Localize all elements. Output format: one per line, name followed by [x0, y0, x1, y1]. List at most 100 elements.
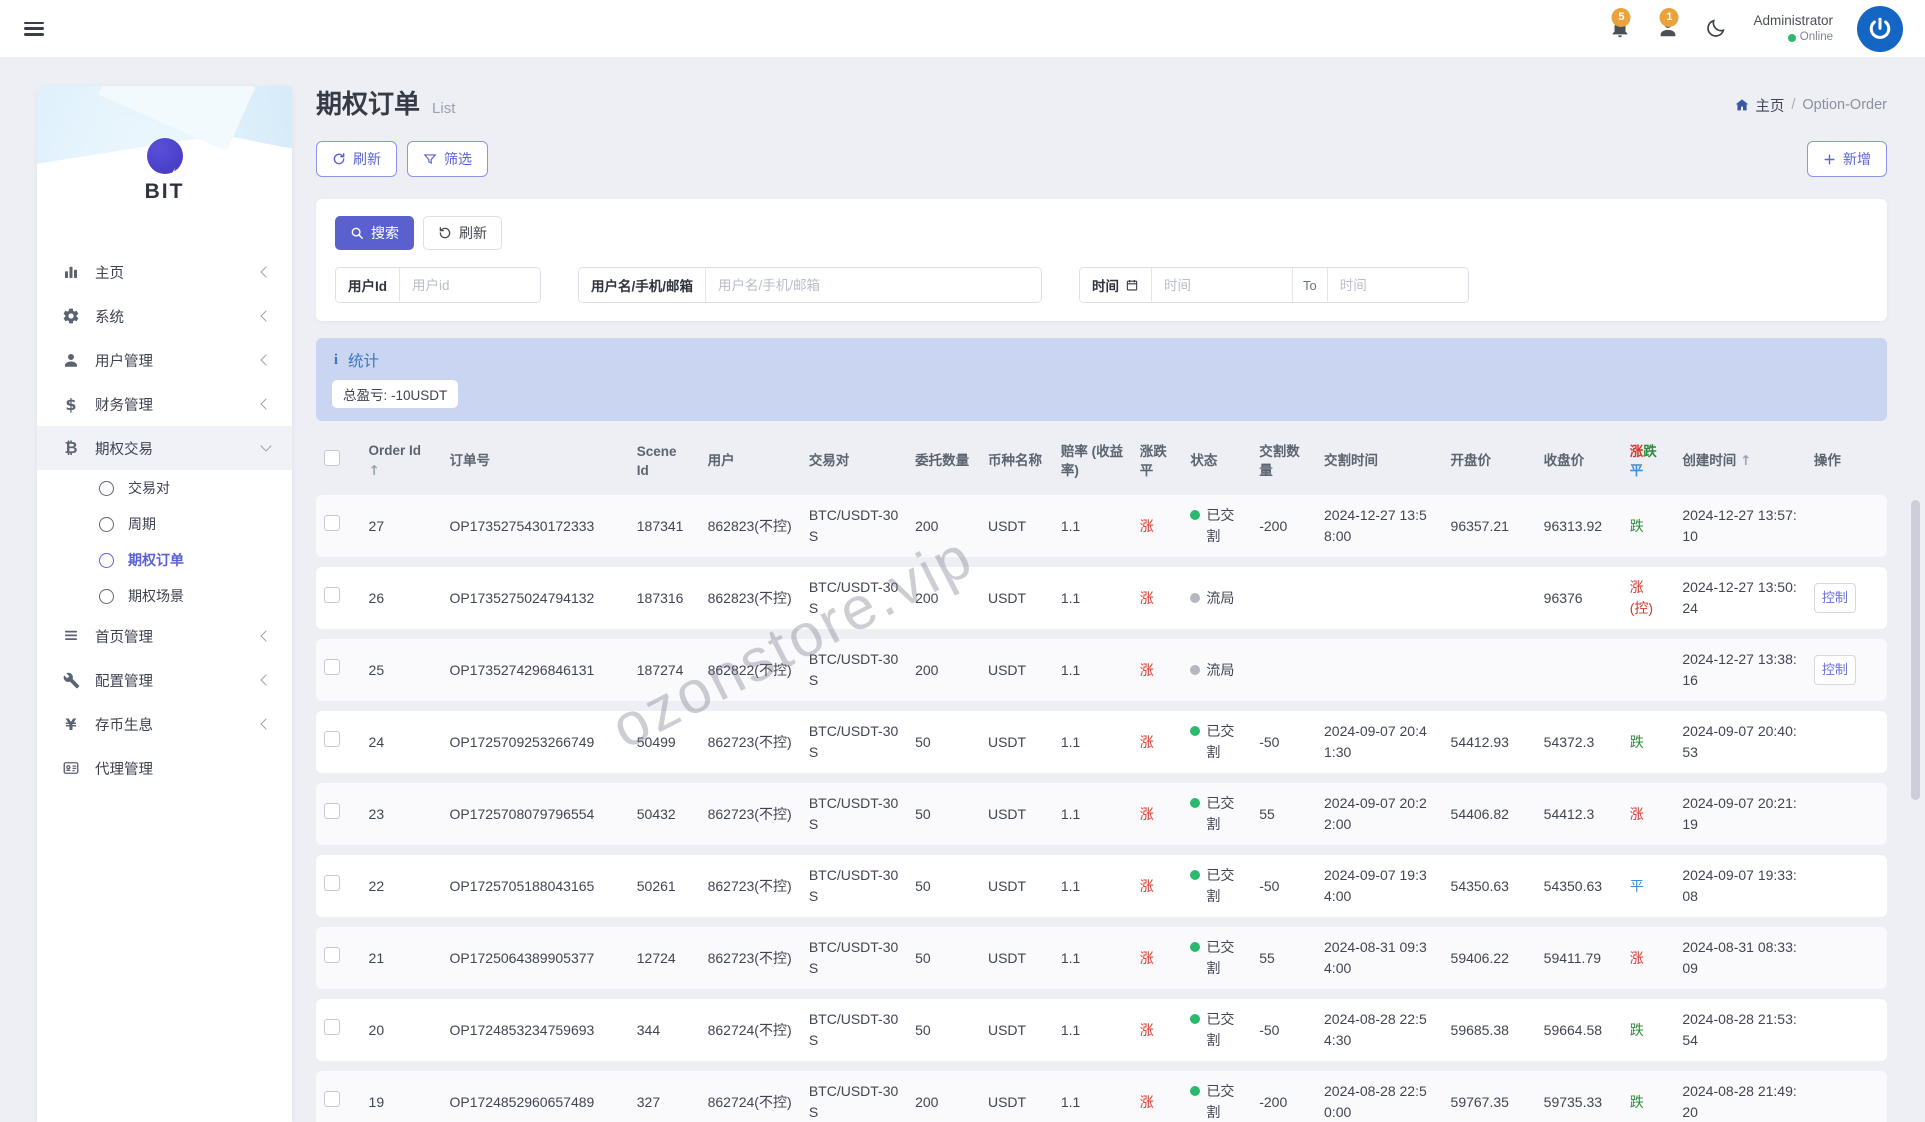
table-row: 26 OP1735275024794132 187316 862823(不控) … [316, 567, 1887, 629]
row-checkbox[interactable] [324, 659, 340, 675]
chevron-left-icon [260, 354, 271, 365]
breadcrumb-home[interactable]: 主页 [1734, 95, 1784, 116]
sidebar-item-option-orders[interactable]: 期权订单 [37, 542, 292, 578]
top-bar: 5 1 Administrator Online [0, 0, 1925, 57]
status-dot [1190, 665, 1200, 675]
add-button[interactable]: 新增 [1807, 141, 1887, 177]
select-all-checkbox[interactable] [324, 450, 340, 466]
coin-cell: USDT [980, 855, 1053, 917]
sidebar-item-users[interactable]: 用户管理 [37, 338, 292, 382]
settle-amount-cell: 55 [1251, 783, 1316, 845]
settle-time-cell: 2024-08-28 22:54:30 [1316, 999, 1443, 1061]
dollar-icon: $ [61, 395, 81, 414]
row-checkbox[interactable] [324, 515, 340, 531]
sidebar-item-options-trading[interactable]: ₿ 期权交易 [37, 426, 292, 470]
coin-cell: USDT [980, 639, 1053, 701]
action-cell [1806, 855, 1887, 917]
action-cell: 控制 [1806, 567, 1887, 629]
col-created[interactable]: 创建时间 ↑ [1674, 437, 1806, 485]
sidebar-item-staking[interactable]: ¥ 存币生息 [37, 702, 292, 746]
status-dot [1190, 942, 1200, 952]
scene-id-cell: 50432 [629, 783, 700, 845]
close-price-cell: 96313.92 [1536, 495, 1622, 557]
amount-cell: 50 [907, 927, 980, 989]
result-cell: 涨 [1622, 783, 1675, 845]
radio-icon [99, 553, 114, 568]
action-cell [1806, 927, 1887, 989]
col-order-id[interactable]: Order Id↑ [361, 437, 442, 485]
radio-icon [99, 517, 114, 532]
orders-table: ozonstore.vip Order Id↑ 订单号 Scene Id 用户 … [316, 427, 1887, 1122]
row-checkbox[interactable] [324, 1019, 340, 1035]
settle-time-cell: 2024-09-07 20:22:00 [1316, 783, 1443, 845]
control-button[interactable]: 控制 [1814, 655, 1856, 685]
avatar[interactable] [1857, 6, 1903, 52]
row-checkbox[interactable] [324, 731, 340, 747]
created-cell: 2024-09-07 20:40:53 [1674, 711, 1806, 773]
close-price-cell: 59735.33 [1536, 1071, 1622, 1122]
sidebar-item-option-scenes[interactable]: 期权场景 [37, 578, 292, 614]
side-cell: 涨 [1132, 567, 1183, 629]
sidebar-item-system[interactable]: 系统 [37, 294, 292, 338]
row-checkbox[interactable] [324, 587, 340, 603]
vertical-scrollbar[interactable] [1911, 500, 1920, 800]
table-row: 27 OP1735275430172333 187341 862823(不控) … [316, 495, 1887, 557]
reset-button[interactable]: 刷新 [423, 216, 502, 250]
power-logo-icon [1866, 15, 1894, 43]
settle-amount-cell [1251, 639, 1316, 701]
filter-button[interactable]: 筛选 [407, 141, 488, 177]
close-price-cell: 54412.3 [1536, 783, 1622, 845]
sidebar-item-agents[interactable]: 代理管理 [37, 746, 292, 790]
status-cell: 已交割 [1182, 1071, 1251, 1122]
order-id-cell: 25 [361, 639, 442, 701]
row-checkbox[interactable] [324, 875, 340, 891]
row-checkbox[interactable] [324, 803, 340, 819]
menu-toggle-icon[interactable] [24, 22, 44, 36]
time-from-input[interactable] [1152, 268, 1292, 302]
notifications-button[interactable]: 5 [1609, 17, 1633, 41]
plus-icon [1823, 153, 1836, 166]
sidebar-item-periods[interactable]: 周期 [37, 506, 292, 542]
time-to-input[interactable] [1328, 268, 1468, 302]
search-button[interactable]: 搜索 [335, 216, 414, 250]
created-cell: 2024-12-27 13:38:16 [1674, 639, 1806, 701]
options-submenu: 交易对 周期 期权订单 期权场景 [37, 470, 292, 614]
dark-mode-toggle[interactable] [1705, 17, 1729, 41]
settle-time-cell: 2024-09-07 20:41:30 [1316, 711, 1443, 773]
page-subtitle: List [432, 100, 455, 117]
user-name-input[interactable] [706, 268, 1041, 302]
stats-panel: i 统计 总盈亏: -10USDT [316, 338, 1887, 421]
row-checkbox[interactable] [324, 1091, 340, 1107]
sidebar-item-finance[interactable]: $ 财务管理 [37, 382, 292, 426]
settle-amount-cell [1251, 567, 1316, 629]
col-open-price: 开盘价 [1443, 437, 1536, 485]
open-price-cell: 54406.82 [1443, 783, 1536, 845]
status-dot [1190, 798, 1200, 808]
time-to-separator: To [1292, 268, 1328, 302]
row-checkbox[interactable] [324, 947, 340, 963]
status-dot [1190, 870, 1200, 880]
sort-asc-icon: ↑ [369, 463, 380, 479]
created-cell: 2024-09-07 19:33:08 [1674, 855, 1806, 917]
reset-icon [438, 226, 452, 240]
created-cell: 2024-08-28 21:53:54 [1674, 999, 1806, 1061]
amount-cell: 50 [907, 783, 980, 845]
wrench-icon [61, 672, 81, 689]
scene-id-cell: 187341 [629, 495, 700, 557]
control-button[interactable]: 控制 [1814, 583, 1856, 613]
user-cell: 862723(不控) [700, 855, 801, 917]
refresh-button[interactable]: 刷新 [316, 141, 397, 177]
sidebar-item-config-mgmt[interactable]: 配置管理 [37, 658, 292, 702]
user-id-input[interactable] [400, 268, 540, 302]
status-cell: 已交割 [1182, 927, 1251, 989]
sidebar-item-trading-pairs[interactable]: 交易对 [37, 470, 292, 506]
sidebar-item-home[interactable]: 主页 [37, 250, 292, 294]
settle-amount-cell: -50 [1251, 711, 1316, 773]
rate-cell: 1.1 [1053, 855, 1132, 917]
scene-id-cell: 187274 [629, 639, 700, 701]
online-users-button[interactable]: 1 [1657, 17, 1681, 41]
sidebar-item-homepage-mgmt[interactable]: 首页管理 [37, 614, 292, 658]
open-price-cell [1443, 567, 1536, 629]
status-cell: 已交割 [1182, 855, 1251, 917]
col-pair: 交易对 [801, 437, 907, 485]
